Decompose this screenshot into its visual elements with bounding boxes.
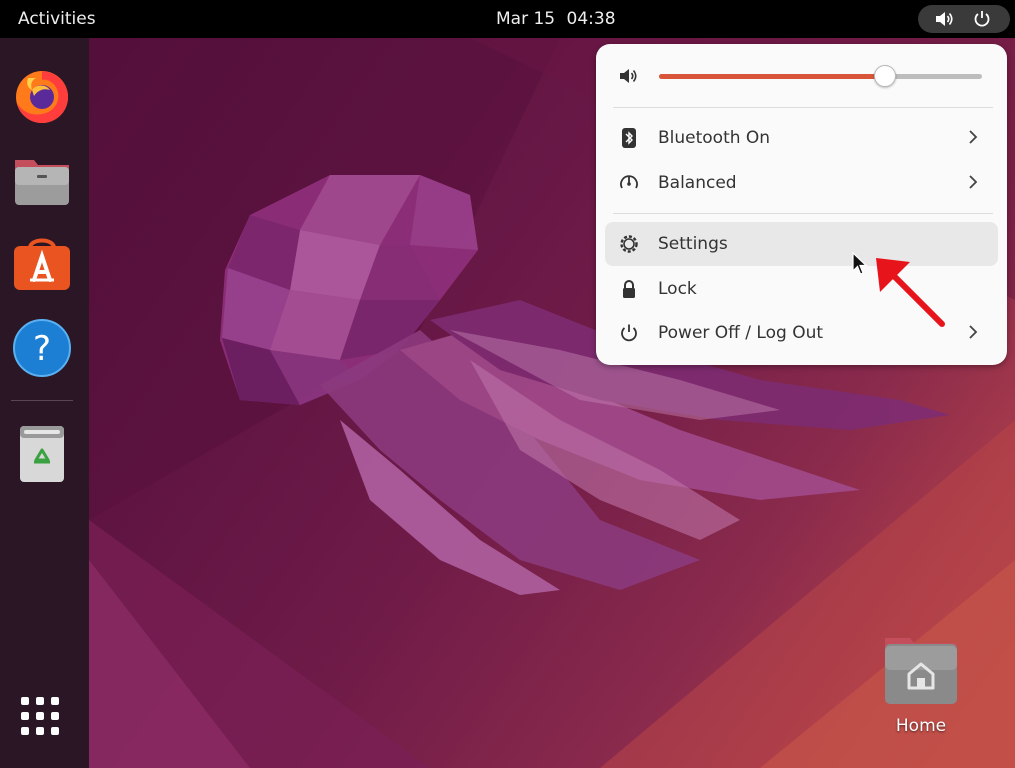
volume-slider-fill [659, 74, 886, 79]
annotation-arrow-icon [876, 258, 945, 327]
menu-item-label: Lock [658, 279, 697, 299]
svg-text:?: ? [33, 329, 51, 369]
top-bar: Activities Mar 15 04:38 [0, 0, 1015, 38]
firefox-icon [16, 71, 68, 123]
volume-icon [620, 69, 637, 83]
dock-item-files[interactable] [12, 150, 72, 210]
menu-item-bluetooth[interactable]: Bluetooth On [605, 116, 998, 160]
show-applications-button[interactable] [21, 697, 63, 739]
files-icon [15, 160, 69, 205]
system-tray[interactable] [918, 5, 1010, 33]
power-icon [974, 11, 990, 27]
volume-slider-knob[interactable] [874, 65, 897, 87]
dock-item-trash[interactable] [12, 422, 72, 482]
power-icon [621, 324, 637, 342]
dock-separator [11, 400, 73, 401]
clock[interactable]: Mar 15 04:38 [496, 9, 616, 29]
help-icon: ? [13, 319, 71, 377]
chevron-right-icon [969, 325, 978, 339]
dock-item-firefox[interactable] [12, 66, 72, 126]
menu-separator [613, 213, 993, 214]
volume-row [596, 44, 1007, 108]
power-profile-icon [620, 175, 638, 189]
activities-button[interactable]: Activities [18, 9, 96, 29]
dock-item-ubuntu-software[interactable] [12, 234, 72, 294]
menu-item-label: Settings [658, 234, 728, 254]
gear-icon [620, 235, 638, 253]
trash-icon [20, 426, 64, 482]
home-folder-label: Home [895, 716, 947, 736]
software-icon [14, 238, 70, 290]
menu-item-label: Bluetooth On [658, 128, 771, 148]
volume-slider[interactable] [659, 65, 982, 87]
clock-date: Mar 15 [496, 9, 556, 29]
clock-time: 04:38 [566, 9, 616, 29]
dock-item-help[interactable]: ? [12, 318, 72, 378]
volume-icon [936, 12, 953, 26]
home-folder-icon [885, 638, 957, 704]
bluetooth-icon [622, 128, 636, 148]
home-folder[interactable]: Home [880, 634, 962, 744]
chevron-right-icon [969, 175, 978, 189]
menu-item-power-profile[interactable]: Balanced [605, 161, 998, 205]
mouse-cursor-icon [852, 252, 868, 275]
menu-separator [613, 107, 993, 108]
menu-item-label: Power Off / Log Out [658, 323, 824, 343]
menu-item-label: Balanced [658, 173, 737, 193]
lock-icon [623, 280, 635, 298]
dock: ? [0, 38, 89, 768]
chevron-right-icon [969, 130, 978, 144]
